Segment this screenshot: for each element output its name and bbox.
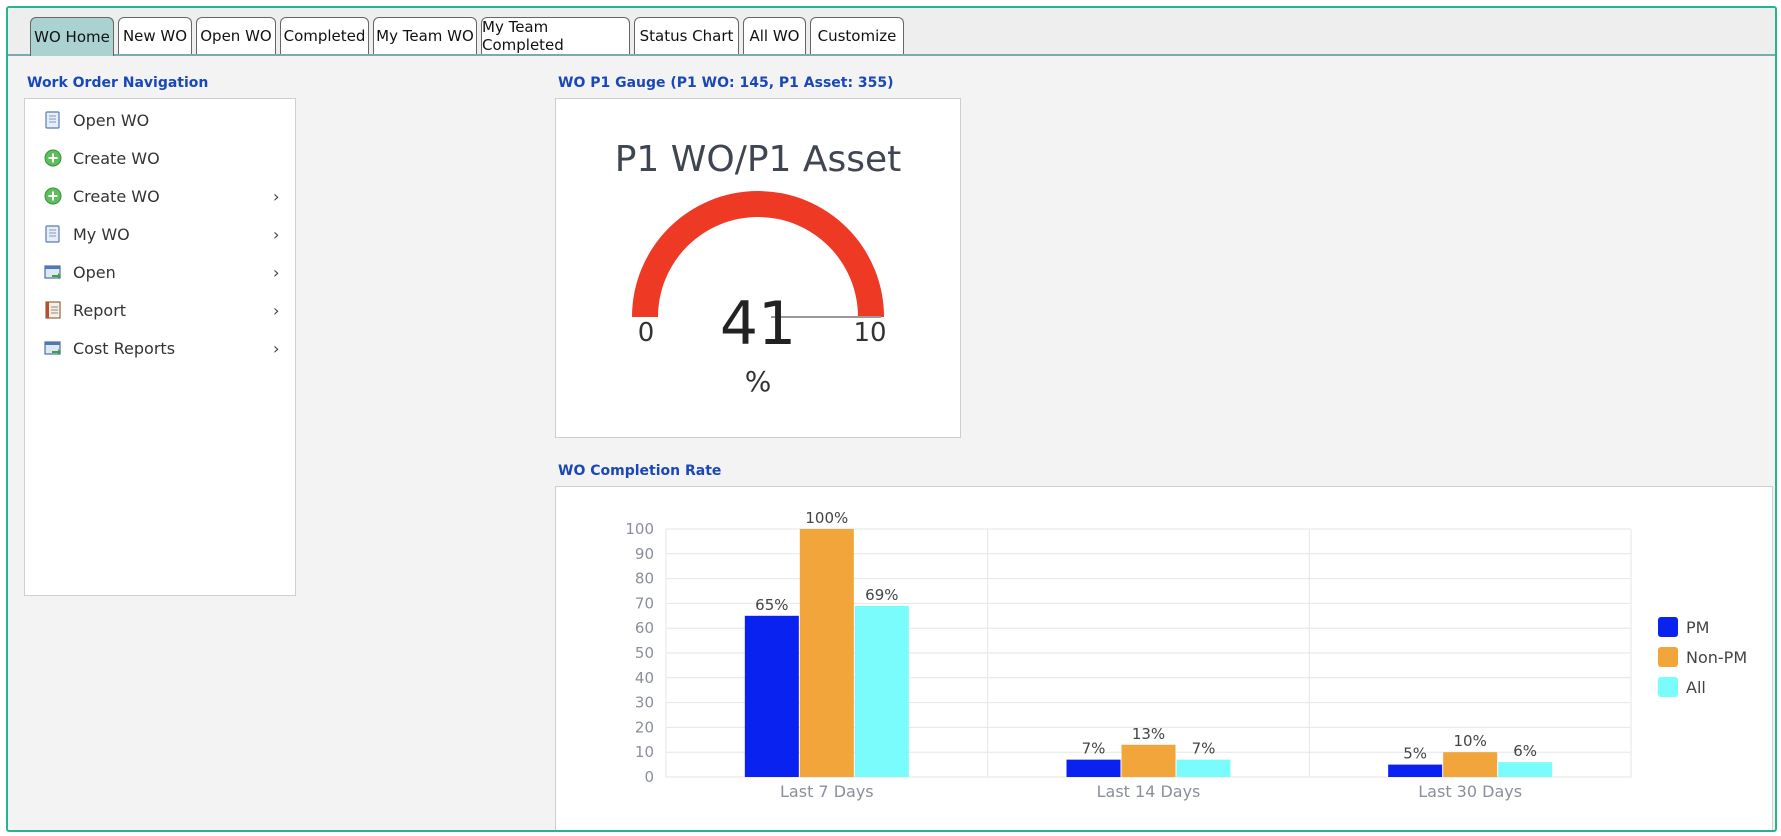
bar xyxy=(1498,762,1553,777)
chevron-right-icon: › xyxy=(273,338,280,358)
data-label: 10% xyxy=(1453,732,1486,750)
tab-all-wo[interactable]: All WO xyxy=(743,17,806,54)
data-label: 65% xyxy=(755,596,788,614)
nav-item-report[interactable]: Report › xyxy=(25,291,295,329)
data-label: 7% xyxy=(1082,740,1106,758)
y-tick-label: 80 xyxy=(635,570,654,588)
chevron-right-icon: › xyxy=(273,262,280,282)
tab-status-chart[interactable]: Status Chart xyxy=(634,17,739,54)
gauge-section-title: WO P1 Gauge (P1 WO: 145, P1 Asset: 355) xyxy=(558,75,894,91)
plus-circle-icon xyxy=(44,149,62,167)
nav-item-cost-reports[interactable]: Cost Reports › xyxy=(25,329,295,367)
legend-swatch xyxy=(1658,617,1678,637)
gauge-max-label: 10 xyxy=(853,318,886,348)
nav-item-open-wo[interactable]: Open WO xyxy=(25,101,295,139)
legend-swatch xyxy=(1658,647,1678,667)
bar xyxy=(744,615,799,777)
tab-completed[interactable]: Completed xyxy=(280,17,369,54)
nav-item-label: Create WO xyxy=(73,148,160,168)
bar xyxy=(854,605,909,777)
work-order-navigation: Open WO Create WO Create WO › My WO › Op… xyxy=(24,98,296,596)
report-icon xyxy=(45,301,61,319)
legend-label: All xyxy=(1686,678,1706,697)
plus-circle-icon xyxy=(44,187,62,205)
legend-swatch xyxy=(1658,677,1678,697)
data-label: 5% xyxy=(1403,745,1427,763)
y-tick-label: 100 xyxy=(625,520,654,538)
tab-new-wo[interactable]: New WO xyxy=(118,17,192,54)
data-label: 100% xyxy=(805,509,848,527)
open-window-icon xyxy=(44,341,61,355)
y-tick-label: 60 xyxy=(635,619,654,637)
nav-item-label: Open WO xyxy=(73,110,150,130)
y-tick-label: 10 xyxy=(635,743,654,761)
y-tick-label: 70 xyxy=(635,594,654,612)
chevron-right-icon: › xyxy=(273,186,280,206)
legend-label: Non-PM xyxy=(1686,648,1747,667)
nav-item-open[interactable]: Open › xyxy=(25,253,295,291)
completion-rate-chart: 0 10 20 30 40 50 60 70 80 90 100 65% 100% 69% Last 7 D… xyxy=(625,509,1747,801)
y-tick-label: 20 xyxy=(635,718,654,736)
gauge-min-label: 0 xyxy=(638,318,655,348)
nav-item-label: Open xyxy=(73,262,116,282)
gauge-svg: P1 WO/P1 Asset 0 10 41 % xyxy=(615,139,902,398)
gauge-unit: % xyxy=(745,365,772,398)
data-label: 6% xyxy=(1513,742,1537,760)
tab-my-team-completed[interactable]: My Team Completed xyxy=(481,17,630,54)
data-label: 69% xyxy=(865,586,898,604)
legend-label: PM xyxy=(1686,618,1709,637)
bar xyxy=(1443,752,1498,777)
chevron-right-icon: › xyxy=(273,224,280,244)
bar xyxy=(1388,764,1443,777)
x-tick-label: Last 7 Days xyxy=(780,782,874,801)
nav-item-label: Cost Reports xyxy=(73,338,176,358)
nav-item-create-wo-submenu[interactable]: Create WO › xyxy=(25,177,295,215)
y-tick-label: 40 xyxy=(635,669,654,687)
document-icon xyxy=(45,111,60,129)
tab-open-wo[interactable]: Open WO xyxy=(196,17,276,54)
tab-my-team-wo[interactable]: My Team WO xyxy=(373,17,477,54)
nav-item-label: Report xyxy=(73,300,127,320)
y-tick-label: 50 xyxy=(635,644,654,662)
nav-section-title: Work Order Navigation xyxy=(27,75,209,91)
bar xyxy=(1176,759,1231,777)
app-frame: WO Home New WO Open WO Completed My Team… xyxy=(6,6,1777,832)
completion-rate-chart-panel: 0 10 20 30 40 50 60 70 80 90 100 65% 100% 69% Last 7 D… xyxy=(555,486,1773,830)
nav-item-create-wo[interactable]: Create WO xyxy=(25,139,295,177)
y-tick-label: 0 xyxy=(644,768,654,786)
y-tick-label: 30 xyxy=(635,694,654,712)
tab-customize[interactable]: Customize xyxy=(810,17,904,54)
data-label: 13% xyxy=(1132,725,1165,743)
data-label: 7% xyxy=(1192,740,1216,758)
completion-section-title: WO Completion Rate xyxy=(558,463,722,479)
y-tick-label: 90 xyxy=(635,545,654,563)
tab-wo-home[interactable]: WO Home xyxy=(30,17,114,56)
nav-item-my-wo[interactable]: My WO › xyxy=(25,215,295,253)
nav-item-label: Create WO xyxy=(73,186,160,206)
bar xyxy=(1121,744,1176,777)
x-tick-label: Last 14 Days xyxy=(1097,782,1201,801)
gauge-value: 41 xyxy=(720,289,796,359)
bar xyxy=(799,529,854,777)
bar xyxy=(1066,759,1121,777)
chevron-right-icon: › xyxy=(273,300,280,320)
open-window-icon xyxy=(44,265,61,279)
p1-gauge-panel: P1 WO/P1 Asset 0 10 41 % xyxy=(555,98,961,438)
gauge-title: P1 WO/P1 Asset xyxy=(615,139,902,180)
x-tick-label: Last 30 Days xyxy=(1418,782,1522,801)
tab-bar: WO Home New WO Open WO Completed My Team… xyxy=(8,8,1775,56)
nav-item-label: My WO xyxy=(73,224,130,244)
document-icon xyxy=(45,225,60,243)
